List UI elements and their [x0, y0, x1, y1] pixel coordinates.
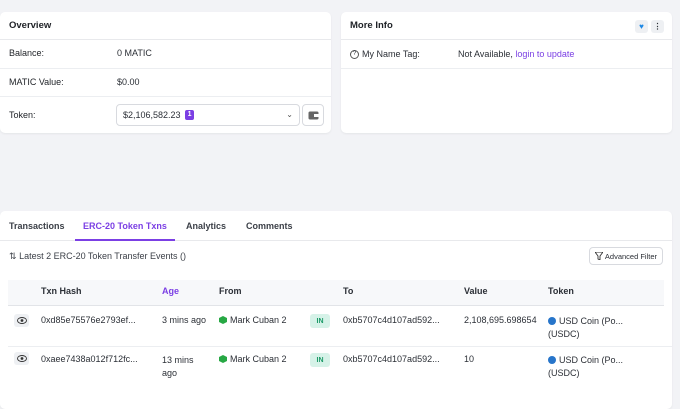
token-symbol: (USDC) [548, 329, 580, 339]
age-line-1: 13 mins [162, 355, 194, 365]
more-options-button[interactable]: ⋮ [651, 20, 664, 33]
col-from: From [219, 286, 242, 296]
filter-icon [594, 252, 603, 260]
col-token: Token [548, 286, 574, 296]
overview-card: Overview Balance: 0 MATIC MATIC Value: $… [0, 12, 331, 133]
age-value: 3 mins ago [162, 315, 207, 325]
wallet-button[interactable] [302, 104, 324, 126]
advanced-filter-button[interactable]: Advanced Filter [588, 247, 663, 265]
view-details-button[interactable] [14, 314, 29, 327]
balance-value: 0 MATIC [117, 48, 152, 58]
to-address: 0xb5707c4d107ad592... [343, 315, 440, 325]
chevron-down-icon: ⌄ [286, 110, 293, 119]
tab-bar: Transactions ERC-20 Token Txns Analytics… [0, 211, 672, 241]
from-label: Mark Cuban 2 [230, 315, 287, 325]
token-link[interactable]: USD Coin (Po... (USDC) [548, 315, 623, 341]
age-line-2: ago [162, 368, 178, 378]
row-divider [8, 346, 672, 347]
tab-transactions[interactable]: Transactions [9, 211, 65, 241]
token-value: $2,106,582.23 [123, 110, 181, 120]
token-count-badge: 1 [184, 110, 195, 120]
wallet-icon [308, 111, 319, 119]
usdc-coin-icon [548, 356, 556, 364]
more-info-title: More Info [341, 12, 672, 40]
matic-value-label: MATIC Value: [9, 77, 64, 87]
col-age[interactable]: Age [162, 286, 179, 296]
summary-text: Latest 2 ERC-20 Token Transfer Events () [19, 251, 186, 261]
heart-button[interactable]: ♥ [635, 20, 648, 33]
token-name: USD Coin (Po... [559, 316, 624, 326]
to-address: 0xb5707c4d107ad592... [343, 354, 440, 364]
view-details-button[interactable] [14, 352, 29, 365]
name-tag-label: My Name Tag: [362, 49, 420, 59]
tab-analytics[interactable]: Analytics [186, 211, 226, 241]
txn-hash-link[interactable]: 0xd85e75576e2793ef... [41, 315, 136, 325]
direction-badge: IN [310, 314, 330, 328]
token-label: Token: [9, 110, 36, 120]
col-to: To [343, 286, 354, 296]
more-info-card: More Info ♥ ⋮ ? My Name Tag: Not Availab… [341, 12, 672, 133]
balance-label: Balance: [9, 48, 45, 58]
ens-icon [219, 316, 227, 324]
token-link[interactable]: USD Coin (Po... (USDC) [548, 354, 623, 380]
question-icon: ? [350, 49, 359, 59]
token-select[interactable]: $2,106,582.23 1 ⌄ [116, 104, 300, 126]
transfer-summary: ⇅ Latest 2 ERC-20 Token Transfer Events … [9, 251, 186, 262]
matic-value-value: $0.00 [117, 77, 140, 87]
sort-icon: ⇅ [9, 251, 17, 261]
value-amount: 2,108,695.698654 [464, 315, 537, 325]
eye-icon [16, 355, 27, 362]
col-txn-hash: Txn Hash [41, 286, 82, 296]
from-address-link[interactable]: Mark Cuban 2 [219, 354, 287, 364]
direction-badge: IN [310, 353, 330, 367]
token-symbol: (USDC) [548, 368, 580, 378]
login-link[interactable]: login to update [515, 49, 574, 59]
age-value: 13 mins ago [162, 354, 194, 380]
heart-icon: ♥ [639, 22, 644, 31]
eye-icon [16, 317, 27, 324]
name-tag-value: Not Available, [458, 49, 516, 59]
kebab-menu-icon: ⋮ [653, 22, 662, 31]
value-amount: 10 [464, 354, 475, 364]
txn-hash-link[interactable]: 0xaee7438a012f712fc... [41, 354, 138, 364]
from-label: Mark Cuban 2 [230, 354, 287, 364]
advanced-filter-label: Advanced Filter [604, 251, 657, 261]
from-address-link[interactable]: Mark Cuban 2 [219, 315, 287, 325]
usdc-coin-icon [548, 317, 556, 325]
overview-title: Overview [0, 12, 331, 40]
col-value: Value [464, 286, 488, 296]
tab-comments[interactable]: Comments [246, 211, 293, 241]
token-name: USD Coin (Po... [559, 355, 624, 365]
tab-erc20-token-txns[interactable]: ERC-20 Token Txns [75, 211, 175, 241]
ens-icon [219, 355, 227, 363]
